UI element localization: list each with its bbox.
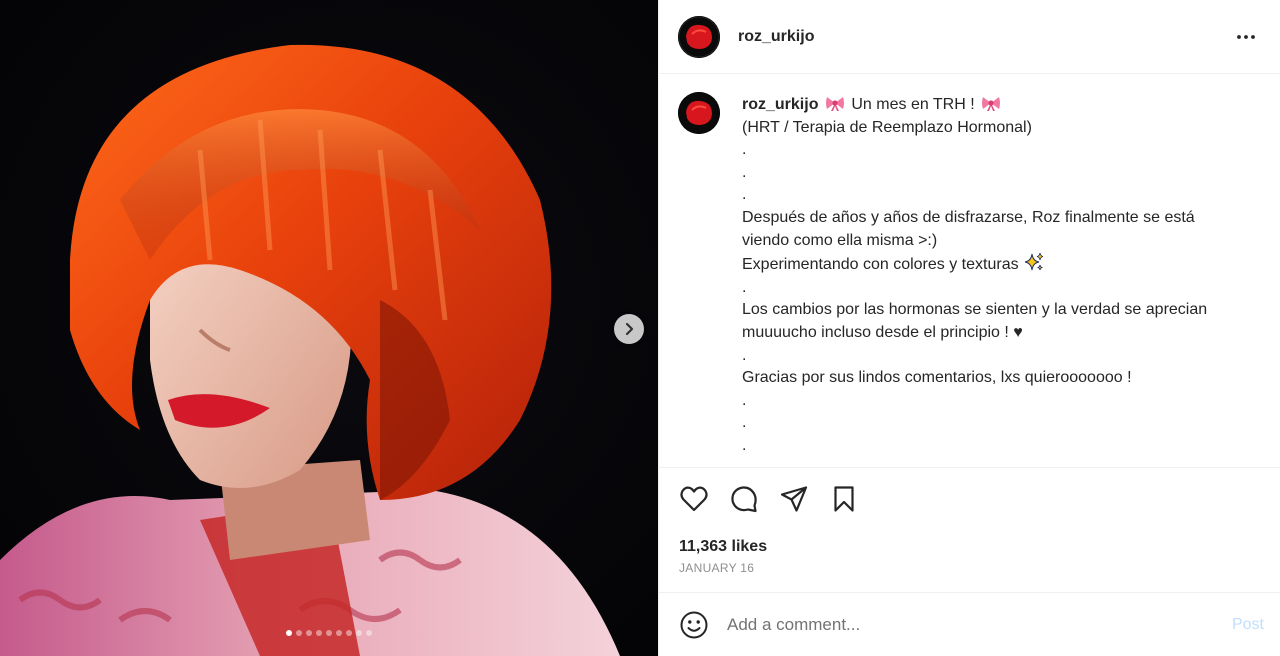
carousel-dot (366, 630, 372, 636)
share-button[interactable] (779, 484, 809, 514)
carousel-indicator (0, 630, 658, 636)
carousel-dot (326, 630, 332, 636)
caption-line: . (742, 436, 747, 454)
caption-line: muuuucho incluso desde el principio ! ♥ (742, 323, 1023, 341)
smiley-icon (680, 611, 708, 638)
post-comment-button[interactable]: Post (1228, 616, 1268, 634)
carousel-dot (336, 630, 342, 636)
paper-plane-icon (780, 486, 808, 512)
caption-line: . (742, 346, 747, 364)
caption-line-sparkle: Experimentando con colores y texturas (742, 252, 1262, 277)
comment-bubble-icon (731, 486, 757, 513)
more-options-button[interactable] (1230, 21, 1262, 53)
comment-input[interactable] (727, 614, 1228, 635)
chevron-right-icon (625, 322, 634, 336)
caption-line: . (742, 391, 747, 409)
next-slide-button[interactable] (614, 314, 644, 344)
comment-button[interactable] (729, 484, 759, 514)
caption-line: viendo como ella misma >:) (742, 231, 938, 249)
caption-line-text: Experimentando con colores y texturas (742, 256, 1019, 274)
carousel-dot (296, 630, 302, 636)
caption-title: Un mes en TRH ! (846, 96, 980, 113)
heart-icon (680, 486, 708, 512)
action-bar (659, 468, 1280, 530)
post-media[interactable] (0, 0, 658, 656)
caption-username[interactable]: roz_urkijo (742, 96, 818, 113)
caption-line: . (742, 278, 747, 296)
caption-section: roz_urkijo Un mes en TRH ! (HRT / Terapi… (659, 74, 1280, 468)
post-sidebar: roz_urkijo roz_urkijo Un mes en TRH ! (H… (658, 0, 1280, 656)
caption-line: . (742, 186, 747, 204)
post-date[interactable]: JANUARY 16 (659, 560, 1280, 589)
caption-line: (HRT / Terapia de Reemplazo Hormonal) (742, 118, 1032, 136)
carousel-dot (316, 630, 322, 636)
caption-text: roz_urkijo Un mes en TRH ! (HRT / Terapi… (742, 94, 1262, 467)
carousel-dot (346, 630, 352, 636)
more-horizontal-icon (1237, 34, 1255, 39)
caption-line: . (742, 414, 747, 432)
carousel-dot (306, 630, 312, 636)
caption-line: Gracias por sus lindos comentarios, lxs … (742, 369, 1132, 387)
post-photo (0, 0, 658, 656)
caption-avatar[interactable] (678, 92, 720, 134)
caption-line: . (742, 163, 747, 181)
header-username[interactable]: roz_urkijo (738, 28, 814, 46)
carousel-dot (286, 630, 292, 636)
sparkles-emoji (1024, 253, 1043, 271)
carousel-dot (356, 630, 362, 636)
like-button[interactable] (679, 484, 709, 514)
likes-count[interactable]: 11,363 likes (659, 530, 1280, 560)
post-header: roz_urkijo (659, 0, 1280, 74)
ribbon-bow-emoji (825, 97, 844, 111)
comment-bar: Post (659, 592, 1280, 656)
avatar-image (678, 15, 720, 58)
post-dialog: roz_urkijo roz_urkijo Un mes en TRH ! (H… (0, 0, 1280, 656)
emoji-button[interactable] (679, 610, 709, 640)
caption-line: . (742, 141, 747, 159)
caption-line: Los cambios por las hormonas se sienten … (742, 301, 1208, 319)
caption-title-line: roz_urkijo Un mes en TRH ! (742, 94, 1262, 117)
ribbon-bow-emoji (982, 97, 1001, 111)
avatar-image (678, 92, 720, 134)
caption-line: Después de años y años de disfrazarse, R… (742, 208, 1195, 226)
avatar[interactable] (678, 15, 720, 58)
bookmark-icon (834, 486, 854, 512)
save-button[interactable] (829, 484, 859, 514)
